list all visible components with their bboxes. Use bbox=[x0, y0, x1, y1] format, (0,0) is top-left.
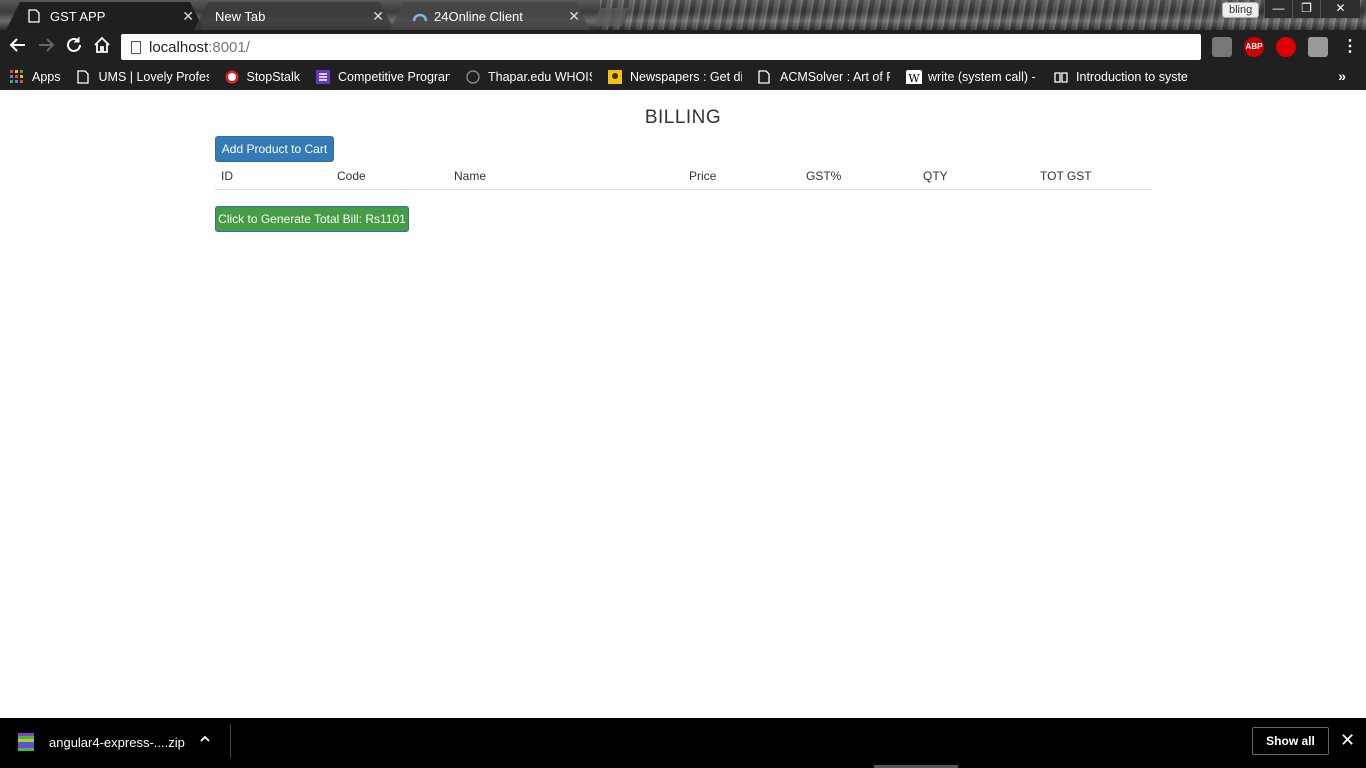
restore-icon[interactable]: ❐ bbox=[1292, 0, 1320, 18]
extensions: ABP ⋮ bbox=[1212, 37, 1360, 57]
download-file-name: angular4-express-....zip bbox=[49, 734, 185, 750]
address-bar[interactable]: localhost:8001/ bbox=[121, 34, 1201, 60]
col-header-name: Name bbox=[454, 169, 487, 183]
tab-title: New Tab bbox=[215, 8, 266, 24]
bookmark-stopstalk[interactable]: StopStalk bbox=[225, 70, 301, 84]
close-tab-icon[interactable]: ✕ bbox=[372, 8, 384, 25]
tab-strip: GST APP ✕ New Tab ✕ 24Online Client ✕ bl… bbox=[0, 0, 1366, 30]
bookmark-label: Thapar.edu WHOIS, I bbox=[488, 70, 592, 84]
bookmark-label: ACMSolver : Art of Pr bbox=[780, 70, 891, 84]
adblock-icon[interactable]: ABP bbox=[1244, 37, 1264, 57]
close-icon[interactable]: ✕ bbox=[1340, 730, 1355, 751]
page-icon bbox=[131, 40, 141, 54]
bookmark-acmsolver[interactable]: ACMSolver : Art of Pr bbox=[758, 70, 890, 84]
tab-new-tab[interactable]: New Tab ✕ bbox=[194, 2, 394, 30]
bookmark-label: Competitive Progran bbox=[338, 70, 451, 84]
close-tab-icon[interactable]: ✕ bbox=[182, 8, 194, 25]
col-header-price: Price bbox=[689, 169, 717, 183]
bookmark-newspapers[interactable]: Newspapers : Get dig bbox=[608, 70, 742, 84]
bookmark-competitive[interactable]: Competitive Progran bbox=[316, 70, 450, 84]
tab-gst-app[interactable]: GST APP ✕ bbox=[6, 2, 204, 30]
col-header-id: ID bbox=[221, 169, 233, 183]
download-bar: angular4-express-....zip Show all ✕ bbox=[0, 718, 1366, 768]
menu-kebab-icon[interactable]: ⋮ bbox=[1340, 37, 1360, 57]
stopstalk-icon bbox=[225, 70, 239, 84]
close-window-icon[interactable]: ✕ bbox=[1320, 0, 1360, 18]
browser-toolbar: localhost:8001/ ABP ⋮ bbox=[0, 30, 1366, 64]
globe-icon bbox=[466, 70, 480, 84]
bookmark-label: UMS | Lovely Profess bbox=[98, 70, 209, 84]
profile-button[interactable]: bling bbox=[1222, 2, 1260, 18]
bookmarks-overflow-icon[interactable]: » bbox=[1338, 68, 1346, 84]
billing-table: ID Code Name Price GST% QTY TOT GST bbox=[215, 164, 1151, 190]
page-icon bbox=[758, 70, 772, 84]
close-tab-icon[interactable]: ✕ bbox=[568, 8, 580, 25]
bookmark-label: StopStalk bbox=[246, 70, 301, 84]
bookmark-label: Newspapers : Get dig bbox=[630, 70, 743, 84]
list-icon bbox=[316, 70, 331, 84]
ext-icon[interactable] bbox=[1308, 37, 1328, 57]
apps-grid-icon bbox=[10, 70, 24, 84]
page-title: BILLING bbox=[644, 107, 722, 128]
tab-24online-client[interactable]: 24Online Client ✕ bbox=[390, 2, 590, 30]
minimize-icon[interactable]: — bbox=[1264, 0, 1292, 18]
page-icon bbox=[76, 70, 91, 84]
download-item[interactable]: angular4-express-....zip bbox=[18, 733, 185, 751]
divider bbox=[230, 724, 231, 758]
bookmark-thapar[interactable]: Thapar.edu WHOIS, I bbox=[466, 70, 592, 84]
page-icon bbox=[28, 9, 42, 23]
book-icon bbox=[1054, 70, 1068, 84]
svg-text:W: W bbox=[908, 72, 920, 84]
col-header-tot-gst: TOT GST bbox=[1040, 169, 1092, 183]
col-header-code: Code bbox=[337, 169, 366, 183]
new-tab-button[interactable] bbox=[594, 8, 628, 26]
wikipedia-icon: W bbox=[906, 70, 923, 84]
tab-title: 24Online Client bbox=[434, 8, 523, 24]
col-header-gst-percent: GST% bbox=[806, 169, 842, 183]
add-product-button[interactable]: Add Product to Cart bbox=[215, 136, 334, 162]
bookmark-write-syscall[interactable]: W write (system call) - V bbox=[906, 70, 1038, 84]
show-all-button[interactable]: Show all bbox=[1252, 727, 1329, 755]
bookmarks-bar: Apps UMS | Lovely Profess StopStalk Comp… bbox=[0, 64, 1366, 90]
url-host: localhost bbox=[149, 38, 209, 56]
reload-icon[interactable] bbox=[63, 36, 85, 58]
url-path: :8001/ bbox=[208, 38, 250, 56]
bookmark-intro-systems[interactable]: Introduction to syste bbox=[1054, 70, 1188, 84]
bookmark-ums[interactable]: UMS | Lovely Profess bbox=[76, 70, 209, 84]
opera-icon[interactable] bbox=[1276, 37, 1296, 57]
window-controls: — ❐ ✕ bbox=[1264, 0, 1360, 18]
bookmark-label: Apps bbox=[32, 70, 61, 84]
page-content: BILLING Add Product to Cart ID Code Name… bbox=[0, 90, 1366, 718]
generate-bill-button[interactable]: Click to Generate Total Bill: Rs1101 bbox=[215, 206, 409, 232]
chevron-up-icon[interactable] bbox=[199, 732, 211, 748]
forward-arrow-icon[interactable] bbox=[35, 36, 57, 58]
zip-file-icon bbox=[18, 733, 34, 751]
bookmark-label: write (system call) - V bbox=[928, 70, 1039, 84]
bookmark-label: Introduction to syste bbox=[1076, 70, 1188, 84]
back-arrow-icon[interactable] bbox=[7, 36, 29, 58]
screenshot-ext-icon[interactable] bbox=[1212, 37, 1232, 57]
newspaper-icon bbox=[608, 70, 623, 84]
bookmark-apps[interactable]: Apps bbox=[10, 70, 61, 84]
tab-title: GST APP bbox=[50, 8, 106, 24]
home-icon[interactable] bbox=[91, 36, 113, 58]
network-icon bbox=[412, 9, 426, 23]
col-header-qty: QTY bbox=[923, 169, 948, 183]
